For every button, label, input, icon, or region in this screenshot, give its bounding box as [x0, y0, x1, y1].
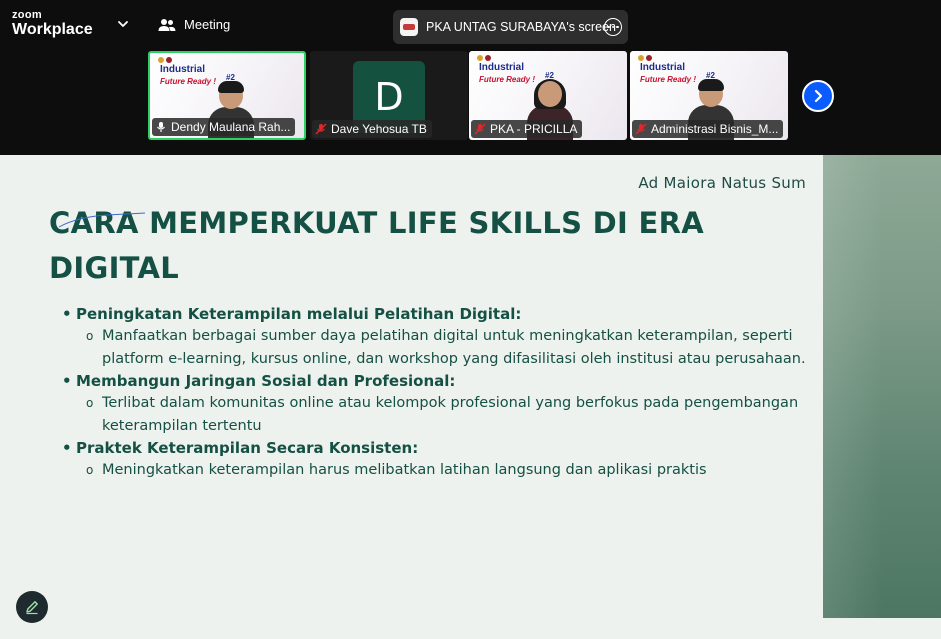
top-bar: zoom Workplace Meeting PKA UNTAG SURABAY…	[0, 0, 941, 48]
tile-slide-subtitle: Future Ready !	[479, 75, 536, 84]
tile-slide-title: Industrial	[640, 62, 686, 73]
bullet-heading: Membangun Jaringan Sosial dan Profesiona…	[62, 370, 812, 392]
participant-tile[interactable]: Industrial Future Ready ! #2 PKA - PRICI…	[469, 51, 627, 140]
participant-name-tag: Dave Yehosua TB	[312, 120, 432, 138]
shared-screen: Ad Maiora Natus Sum CARA MEMPERKUAT LIFE…	[0, 155, 941, 639]
speaking-icon	[157, 122, 165, 132]
tile-slide-subtitle: Future Ready !	[160, 77, 217, 86]
participants-icon	[158, 18, 176, 31]
participant-name-tag: Administrasi Bisnis_M...	[632, 120, 784, 138]
mic-muted-icon	[635, 123, 647, 135]
participant-tile[interactable]: D Dave Yehosua TB	[310, 51, 468, 140]
participant-name: Administrasi Bisnis_M...	[651, 122, 779, 136]
slide-bullet-list: Peningkatan Keterampilan melalui Pelatih…	[62, 303, 812, 482]
participant-name-tag: Dendy Maulana Rah...	[152, 118, 296, 136]
logo-big-text: Workplace	[12, 21, 93, 38]
participant-strip: Industrial Future Ready ! #2 Dendy Maula…	[0, 48, 941, 155]
chevron-right-icon	[814, 89, 823, 103]
meeting-menu[interactable]: Meeting	[158, 17, 230, 32]
mic-muted-icon	[474, 123, 486, 135]
participant-name-tag: PKA - PRICILLA	[471, 120, 583, 138]
pencil-icon	[26, 601, 38, 615]
participant-tile[interactable]: Industrial Future Ready ! #2 Administras…	[630, 51, 788, 140]
participant-name: Dendy Maulana Rah...	[171, 120, 291, 134]
next-page-button[interactable]	[802, 80, 834, 112]
slide-title: CARA MEMPERKUAT LIFE SKILLS DI ERA DIGIT…	[49, 206, 705, 285]
tile-slide-title: Industrial	[479, 62, 525, 73]
bullet-item: Meningkatkan keterampilan harus melibatk…	[62, 459, 812, 482]
share-thumbnail	[400, 18, 418, 36]
screen-share-indicator[interactable]: PKA UNTAG SURABAYA's screen	[393, 10, 628, 44]
slide-side-image	[823, 155, 941, 618]
bullet-item: Manfaatkan berbagai sumber daya pelatiha…	[62, 325, 812, 370]
logo-small-text: zoom	[12, 9, 42, 21]
mic-muted-icon	[315, 123, 327, 135]
tile-slide-subtitle: Future Ready !	[640, 75, 697, 84]
share-label: PKA UNTAG SURABAYA's screen	[426, 20, 616, 34]
bullet-heading: Peningkatan Keterampilan melalui Pelatih…	[62, 303, 812, 325]
more-options-icon[interactable]	[604, 18, 622, 36]
bullet-item: Terlibat dalam komunitas online atau kel…	[62, 392, 812, 437]
participant-tile[interactable]: Industrial Future Ready ! #2 Dendy Maula…	[148, 51, 306, 140]
meeting-label: Meeting	[184, 17, 231, 32]
annotation-stroke	[58, 212, 146, 228]
participant-name: PKA - PRICILLA	[490, 122, 578, 136]
bullet-heading: Praktek Keterampilan Secara Konsisten:	[62, 437, 812, 459]
tile-slide-title: Industrial	[160, 64, 206, 75]
chevron-down-icon[interactable]	[116, 17, 130, 31]
annotate-button[interactable]	[16, 591, 48, 623]
slide-motto: Ad Maiora Natus Sum	[638, 174, 806, 192]
participant-name: Dave Yehosua TB	[331, 122, 427, 136]
zoom-workplace-logo[interactable]: zoom Workplace	[12, 10, 93, 38]
